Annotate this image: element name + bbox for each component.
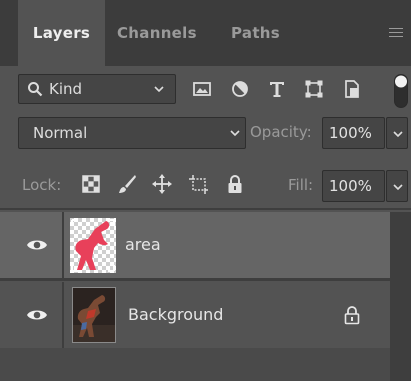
divider bbox=[62, 212, 64, 278]
chevron-down-icon bbox=[230, 130, 240, 137]
eye-icon bbox=[27, 310, 47, 320]
filter-toggle[interactable] bbox=[394, 74, 408, 108]
type-filter-icon[interactable] bbox=[266, 78, 288, 100]
fill-label: Fill: bbox=[288, 176, 314, 194]
layer-thumbnail bbox=[72, 287, 116, 343]
lock-transparent-pixels-icon[interactable] bbox=[80, 173, 102, 195]
divider bbox=[0, 278, 390, 281]
tab-channels[interactable]: Channels bbox=[117, 0, 197, 66]
opacity-value: 100% bbox=[329, 124, 372, 142]
fill-field[interactable]: 100% bbox=[322, 170, 385, 202]
scrollbar-track[interactable] bbox=[390, 212, 411, 381]
panel-tab-bar: Layers Channels Paths bbox=[0, 0, 411, 66]
lock-icon[interactable] bbox=[344, 305, 360, 325]
lock-artboard-icon[interactable] bbox=[187, 173, 209, 195]
blend-mode-value: Normal bbox=[33, 124, 88, 142]
blend-mode-dropdown[interactable]: Normal bbox=[18, 117, 246, 149]
chevron-down-icon bbox=[393, 184, 403, 191]
chevron-down-icon bbox=[154, 86, 164, 93]
fill-value: 100% bbox=[329, 177, 372, 195]
tab-layers[interactable]: Layers bbox=[18, 0, 105, 66]
chevron-down-icon bbox=[393, 131, 403, 138]
layers-panel: Layers Channels Paths Kind Normal Opacit… bbox=[0, 0, 411, 381]
empty-layer-area bbox=[0, 348, 390, 381]
layer-row-area[interactable]: area bbox=[0, 212, 390, 278]
opacity-field[interactable]: 100% bbox=[322, 117, 385, 149]
adjustment-filter-icon[interactable] bbox=[229, 78, 251, 100]
panel-menu-icon[interactable] bbox=[389, 28, 403, 38]
smart-object-filter-icon[interactable] bbox=[341, 78, 363, 100]
layer-row-background[interactable]: Background bbox=[0, 282, 390, 348]
divider bbox=[0, 208, 411, 210]
layer-name[interactable]: Background bbox=[128, 305, 223, 324]
layer-thumbnail bbox=[70, 218, 116, 273]
lock-position-icon[interactable] bbox=[151, 173, 173, 195]
lock-image-pixels-icon[interactable] bbox=[116, 173, 138, 195]
divider bbox=[62, 282, 64, 348]
visibility-toggle[interactable] bbox=[0, 282, 62, 348]
visibility-toggle[interactable] bbox=[0, 212, 62, 278]
lock-label: Lock: bbox=[22, 176, 62, 194]
layer-name[interactable]: area bbox=[125, 235, 161, 254]
opacity-label: Opacity: bbox=[250, 123, 312, 141]
lock-all-icon[interactable] bbox=[224, 173, 246, 195]
fill-slider-button[interactable] bbox=[386, 170, 408, 202]
search-icon bbox=[28, 82, 43, 97]
filter-kind-dropdown[interactable]: Kind bbox=[18, 74, 176, 104]
tab-paths[interactable]: Paths bbox=[231, 0, 280, 66]
image-filter-icon[interactable] bbox=[191, 78, 213, 100]
shape-filter-icon[interactable] bbox=[303, 78, 325, 100]
opacity-slider-button[interactable] bbox=[386, 117, 408, 149]
filter-kind-label: Kind bbox=[49, 80, 83, 98]
eye-icon bbox=[27, 240, 47, 250]
